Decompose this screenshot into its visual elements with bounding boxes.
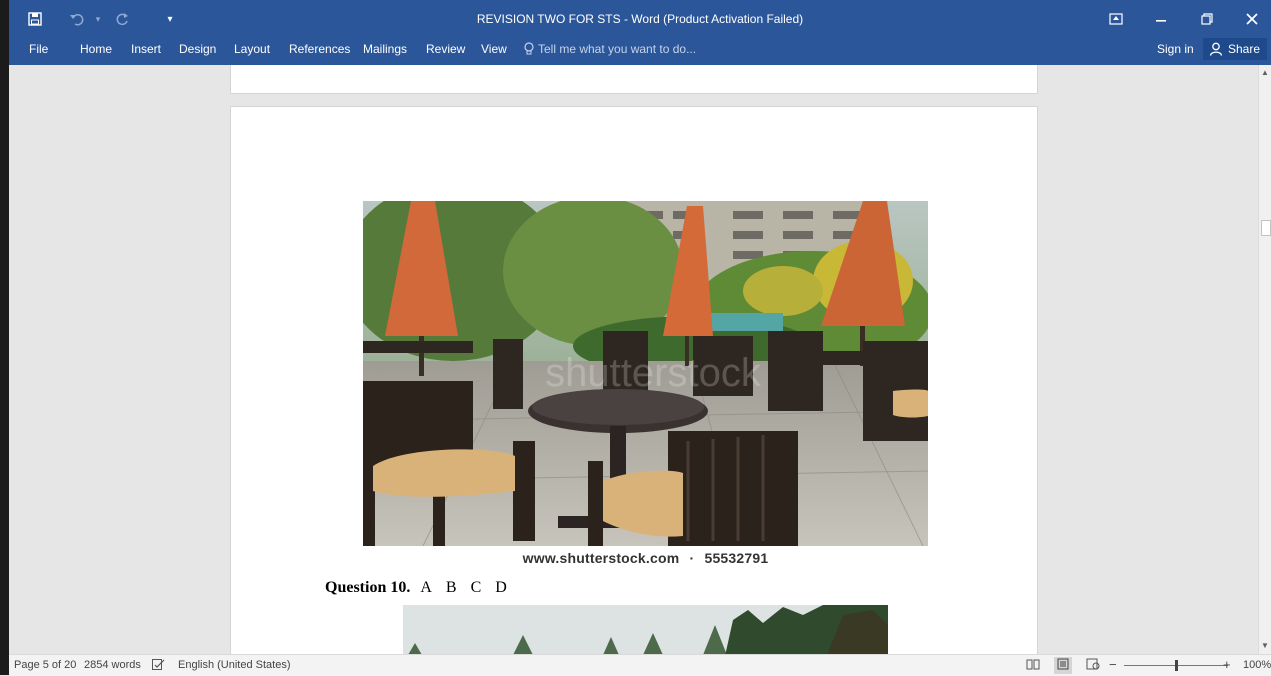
vertical-scrollbar[interactable]: ▲ ▼ <box>1258 65 1271 654</box>
tab-mailings[interactable]: Mailings <box>363 42 407 56</box>
tab-view[interactable]: View <box>481 42 507 56</box>
image-caption: www.shutterstock.com · 55532791 <box>363 550 928 566</box>
option-d: D <box>495 579 507 596</box>
tab-file[interactable]: File <box>29 42 48 56</box>
print-layout-icon[interactable] <box>1054 657 1072 674</box>
tell-me-box[interactable]: Tell me what you want to do... <box>524 42 696 56</box>
status-bar: Page 5 of 20 2854 words English (United … <box>9 654 1271 676</box>
option-c: C <box>470 579 482 596</box>
caption-separator: · <box>689 550 695 566</box>
previous-page-bottom <box>230 65 1038 94</box>
document-page[interactable]: shutterstock www.shutterstock.com · 5553… <box>230 106 1038 654</box>
restore-icon[interactable] <box>1189 6 1225 32</box>
tab-layout[interactable]: Layout <box>234 42 270 56</box>
scroll-up-icon[interactable]: ▲ <box>1261 68 1269 77</box>
option-a: A <box>420 579 432 596</box>
document-workspace[interactable]: shutterstock www.shutterstock.com · 5553… <box>9 65 1258 654</box>
option-b: B <box>445 579 457 596</box>
second-photo[interactable] <box>403 605 888 654</box>
read-mode-icon[interactable] <box>1026 658 1040 673</box>
ribbon-tabs: File Home Insert Design Layout Reference… <box>9 38 1271 65</box>
share-button[interactable]: Share <box>1203 38 1267 60</box>
caption-image-id: 55532791 <box>704 550 769 566</box>
zoom-in-button[interactable]: + <box>1223 657 1231 672</box>
title-bar: ▾ ▾ REVISION TWO FOR STS - Word (Product… <box>9 0 1271 38</box>
zoom-level[interactable]: 100% <box>1243 659 1271 671</box>
sign-in-link[interactable]: Sign in <box>1157 42 1194 56</box>
zoom-out-button[interactable]: − <box>1109 657 1117 672</box>
scroll-down-icon[interactable]: ▼ <box>1261 641 1269 650</box>
watermark-text: shutterstock <box>545 351 762 395</box>
tab-insert[interactable]: Insert <box>131 42 161 56</box>
minimize-icon[interactable] <box>1143 6 1179 32</box>
tell-me-placeholder: Tell me what you want to do... <box>538 42 697 56</box>
proofing-icon[interactable] <box>152 659 165 673</box>
window-title: REVISION TWO FOR STS - Word (Product Act… <box>476 12 804 26</box>
question-label: Question 10. <box>325 579 411 596</box>
language[interactable]: English (United States) <box>178 659 291 671</box>
scrollbar-thumb[interactable] <box>1261 220 1271 236</box>
caption-site: www.shutterstock.com <box>522 550 680 566</box>
page-count[interactable]: Page 5 of 20 <box>14 659 76 671</box>
zoom-slider-thumb[interactable] <box>1174 660 1178 671</box>
tab-review[interactable]: Review <box>426 42 465 56</box>
tab-references[interactable]: References <box>289 42 350 56</box>
ribbon-display-options-icon[interactable] <box>1098 6 1134 32</box>
tab-home[interactable]: Home <box>80 42 112 56</box>
lightbulb-icon <box>524 42 534 55</box>
close-icon[interactable] <box>1234 6 1270 32</box>
web-layout-icon[interactable] <box>1086 658 1100 673</box>
tab-design[interactable]: Design <box>179 42 216 56</box>
share-label: Share <box>1228 42 1261 56</box>
person-icon <box>1209 42 1223 56</box>
patio-furniture-photo[interactable]: shutterstock <box>363 201 928 546</box>
question-line: Question 10. ABCD <box>325 579 515 597</box>
word-count[interactable]: 2854 words <box>84 659 141 671</box>
window-frame-edge <box>0 0 9 675</box>
